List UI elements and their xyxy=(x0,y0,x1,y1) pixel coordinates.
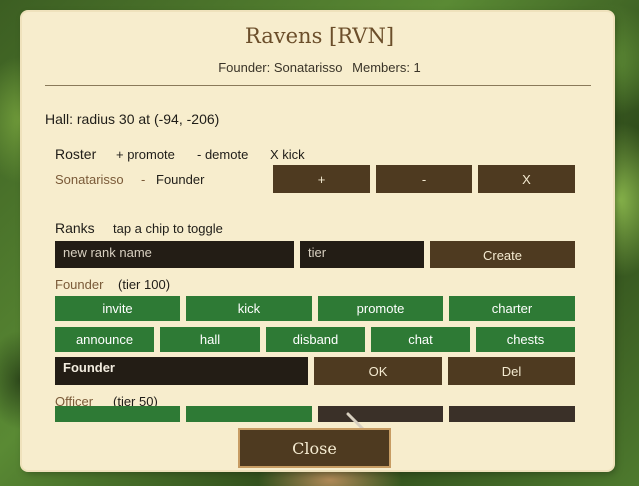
chip-hall[interactable]: hall xyxy=(160,327,260,352)
rank-name-input[interactable]: Founder xyxy=(55,357,308,385)
header-divider xyxy=(45,85,591,86)
chip-charter[interactable]: charter xyxy=(449,296,575,321)
officer-chip[interactable] xyxy=(449,406,575,422)
rank-founder-tier: (tier 100) xyxy=(118,277,171,292)
guild-subtitle: Founder: Sonatarisso Members: 1 xyxy=(0,60,639,75)
kick-button[interactable]: X xyxy=(478,165,575,193)
roster-member-rank: Founder xyxy=(156,172,205,187)
officer-chip[interactable] xyxy=(318,406,443,422)
roster-hint-demote: - demote xyxy=(197,147,249,162)
roster-hint-kick: X kick xyxy=(270,147,305,162)
guild-title: Ravens [RVN] xyxy=(244,24,395,48)
officer-chip[interactable] xyxy=(55,406,180,422)
create-rank-button[interactable]: Create xyxy=(430,241,575,268)
roster-separator: - xyxy=(141,172,146,187)
ranks-heading: Ranks xyxy=(55,220,95,236)
officer-chip[interactable] xyxy=(186,406,312,422)
rank-founder-label: Founder xyxy=(55,277,104,292)
ranks-hint: tap a chip to toggle xyxy=(113,221,223,236)
roster-member-name: Sonatarisso xyxy=(55,172,124,187)
roster-heading: Roster xyxy=(55,146,97,162)
roster-hint-promote: + promote xyxy=(116,147,175,162)
rank-delete-button[interactable]: Del xyxy=(448,357,575,385)
new-rank-name-input[interactable]: new rank name xyxy=(55,241,294,268)
chip-promote[interactable]: promote xyxy=(318,296,443,321)
close-button[interactable]: Close xyxy=(238,428,391,468)
ranks-scroll-clip xyxy=(55,406,575,422)
tier-input[interactable]: tier xyxy=(300,241,424,268)
promote-button[interactable]: + xyxy=(273,165,370,193)
members-count: Members: 1 xyxy=(352,60,421,75)
chip-chat[interactable]: chat xyxy=(371,327,470,352)
hall-info: Hall: radius 30 at (-94, -206) xyxy=(45,111,220,127)
chip-disband[interactable]: disband xyxy=(266,327,365,352)
rank-ok-button[interactable]: OK xyxy=(314,357,442,385)
demote-button[interactable]: - xyxy=(376,165,472,193)
chip-announce[interactable]: announce xyxy=(55,327,154,352)
founder-label: Founder: Sonatarisso xyxy=(218,60,343,75)
chip-chests[interactable]: chests xyxy=(476,327,575,352)
chip-kick[interactable]: kick xyxy=(186,296,312,321)
chip-invite[interactable]: invite xyxy=(55,296,180,321)
